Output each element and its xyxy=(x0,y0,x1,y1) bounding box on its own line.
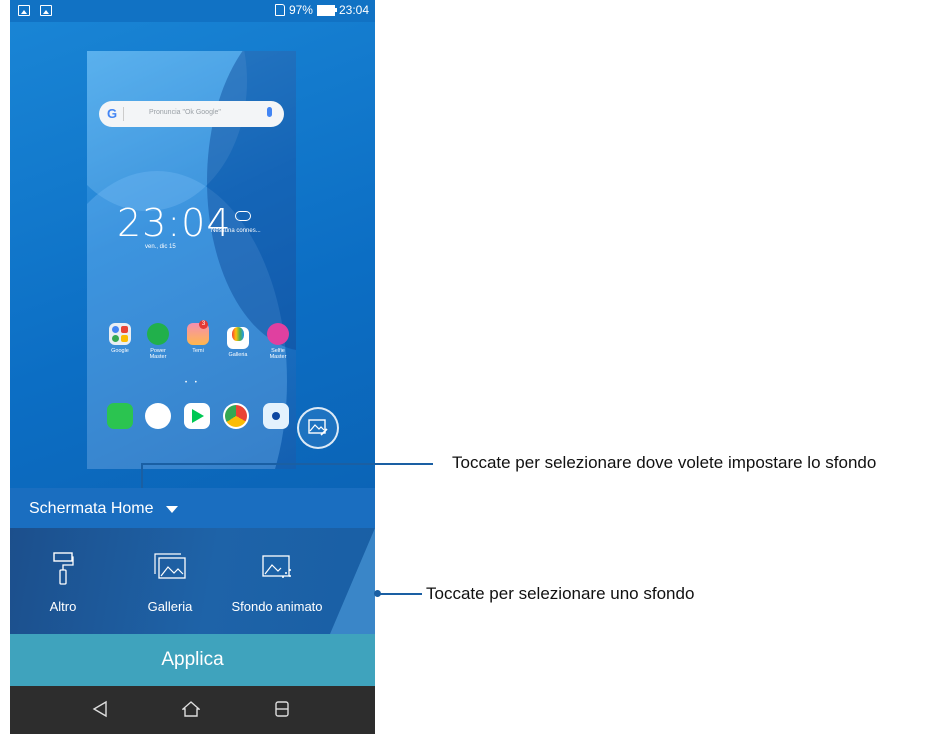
callout-wallpaper-source: Toccate per selezionare uno sfondo xyxy=(426,584,695,603)
selfie-master-icon xyxy=(267,323,289,345)
status-time: 23:04 xyxy=(338,3,369,17)
image-notification-icon xyxy=(40,5,52,16)
callout-target-screen: Toccate per selezionare dove volete impo… xyxy=(452,453,877,472)
app-temi: 3 Temi xyxy=(183,320,213,354)
apply-button[interactable]: Applica xyxy=(10,634,375,686)
app-label: Power Master xyxy=(149,348,167,360)
recent-apps-icon[interactable] xyxy=(274,700,290,718)
callout-line xyxy=(378,593,422,595)
home-icon[interactable] xyxy=(182,700,200,718)
google-search-bar: G Pronuncia "Ok Google" xyxy=(99,101,284,127)
chrome-icon xyxy=(223,403,249,429)
play-store-icon xyxy=(184,403,210,429)
back-icon[interactable] xyxy=(92,700,108,718)
paint-roller-icon xyxy=(53,552,74,585)
google-folder-icon xyxy=(109,323,131,345)
option-label: Altro xyxy=(49,599,77,614)
notification-badge: 3 xyxy=(199,320,208,329)
messages-app-icon xyxy=(145,403,171,429)
gallery-app-icon xyxy=(227,327,249,349)
navigation-bar xyxy=(10,686,375,734)
app-selfie-master: Selfie Master xyxy=(263,323,293,360)
app-label: Google xyxy=(111,348,129,354)
google-icon: G xyxy=(107,106,118,121)
app-power-master: Power Master xyxy=(143,323,173,360)
app-label: Temi xyxy=(192,348,204,354)
app-label: Galleria xyxy=(228,352,248,358)
battery-percent: 97% xyxy=(288,3,313,17)
weather-text: Nessuna connes... xyxy=(211,228,261,234)
edit-wallpaper-button[interactable] xyxy=(297,407,339,449)
app-label: Selfie Master xyxy=(269,348,287,360)
option-label: Galleria xyxy=(147,599,193,614)
sim-icon xyxy=(274,4,285,16)
image-notification-icon xyxy=(18,5,30,16)
option-label: Sfondo animato xyxy=(231,599,323,614)
power-master-icon xyxy=(147,323,169,345)
option-sfondo-animato[interactable]: Sfondo animato xyxy=(227,528,327,634)
app-galleria: Galleria xyxy=(223,323,253,358)
cloud-icon xyxy=(235,211,251,221)
dropdown-arrow-icon xyxy=(166,506,178,513)
live-wallpaper-icon xyxy=(262,555,291,578)
phone-app-icon xyxy=(107,403,133,429)
callout-dot xyxy=(374,590,381,597)
page-indicator: • • xyxy=(185,380,200,386)
camera-app-icon xyxy=(263,403,289,429)
option-galleria[interactable]: Galleria xyxy=(120,528,220,634)
clock-widget: 23:04 xyxy=(117,201,232,245)
wallpaper-source-options: Altro Galleria Sfondo animato xyxy=(10,528,375,634)
callout-line xyxy=(141,463,433,465)
target-screen-label: Schermata Home xyxy=(29,500,154,517)
image-edit-icon xyxy=(308,419,328,436)
gallery-icon xyxy=(154,553,186,579)
search-placeholder: Pronuncia "Ok Google" xyxy=(149,109,221,116)
option-altro[interactable]: Altro xyxy=(13,528,113,634)
target-screen-selector[interactable]: Schermata Home xyxy=(10,488,375,528)
callout-line xyxy=(141,463,143,488)
status-bar: 97% 23:04 xyxy=(10,0,375,22)
wallpaper-preview: G Pronuncia "Ok Google" 23:04 Nessuna co… xyxy=(87,51,296,469)
phone-screen: 97% 23:04 G Pronuncia "Ok Google" 23:04 … xyxy=(10,0,375,734)
app-google: Google xyxy=(105,323,135,354)
battery-icon xyxy=(316,4,337,16)
date-text: ven., dic 15 xyxy=(145,244,176,250)
themes-icon: 3 xyxy=(187,320,209,345)
mic-icon xyxy=(267,107,272,117)
